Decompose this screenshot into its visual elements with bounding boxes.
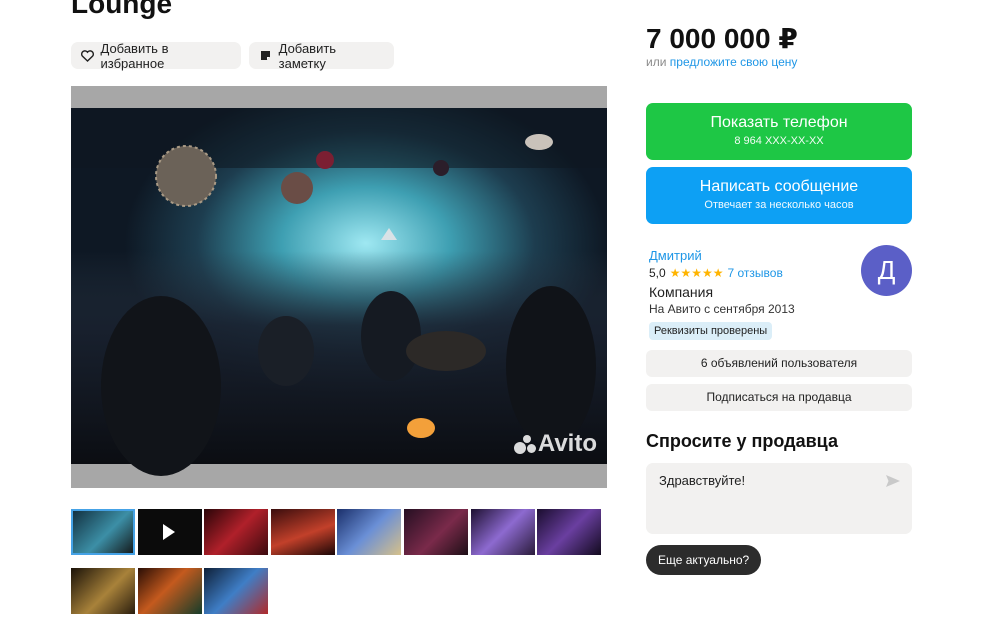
seller-avatar[interactable]: Д [861,245,912,296]
message-text: Здравствуйте! [659,473,746,488]
seller-rating: 5,0 ★★★★★ 7 отзывов [649,266,783,280]
subscribe-button[interactable]: Подписаться на продавца [646,384,912,411]
add-note-button[interactable]: Добавить заметку [249,40,394,71]
offer-prefix: или [646,55,667,69]
thumbnail[interactable] [71,568,135,614]
listing-page: Lounge Добавить в избранное Добавить зам… [0,0,992,620]
thumbnail[interactable] [204,509,268,555]
watermark-text: Avito [537,430,597,457]
video-thumbnail[interactable] [138,509,202,555]
main-photo[interactable]: Avito [71,86,607,488]
thumbnail[interactable] [537,509,601,555]
add-to-favorites-button[interactable]: Добавить в избранное [71,40,241,71]
seller-name-link[interactable]: Дмитрий [649,248,702,263]
show-phone-label: Показать телефон [710,114,848,131]
avito-watermark: Avito [513,430,597,458]
rating-value: 5,0 [649,266,666,280]
ask-seller-heading: Спросите у продавца [646,431,838,451]
thumbnail[interactable] [138,568,202,614]
message-input[interactable]: Здравствуйте! [646,463,912,534]
send-icon[interactable] [885,474,901,488]
still-actual-button[interactable]: Еще актуально? [646,545,762,575]
seller-ads-button[interactable]: 6 объявлений пользователя [646,350,912,377]
verified-badge: Реквизиты проверены [649,322,773,340]
thumbnail[interactable] [71,509,135,555]
seller-type: Компания [649,284,714,300]
write-message-button[interactable]: Написать сообщение Отвечает за несколько… [646,167,912,224]
heart-icon [81,49,95,63]
response-time: Отвечает за несколько часов [704,199,854,211]
note-label: Добавить заметку [278,40,337,71]
price: 7 000 000 ₽ [646,23,798,54]
offer-price-link[interactable]: предложите свою цену [670,55,798,69]
thumbnail[interactable] [271,509,335,555]
favorite-label: Добавить в избранное [100,40,169,71]
seller-since: На Авито с сентября 2013 [649,302,795,316]
thumbnail[interactable] [404,509,468,555]
avito-logo-icon [513,433,536,455]
play-icon [163,524,175,540]
phone-number: 8 964 XXX-XX-XX [734,135,824,147]
thumbnail[interactable] [204,568,268,614]
thumbnail[interactable] [337,509,401,555]
reviews-link[interactable]: 7 отзывов [727,266,782,280]
show-phone-button[interactable]: Показать телефон 8 964 XXX-XX-XX [646,103,912,160]
note-icon [259,49,273,63]
rating-stars-icon: ★★★★★ [669,266,724,280]
thumbnail[interactable] [471,509,535,555]
write-message-label: Написать сообщение [699,178,859,195]
offer-line: или предложите свою цену [646,55,797,69]
listing-title: Lounge [71,0,173,19]
